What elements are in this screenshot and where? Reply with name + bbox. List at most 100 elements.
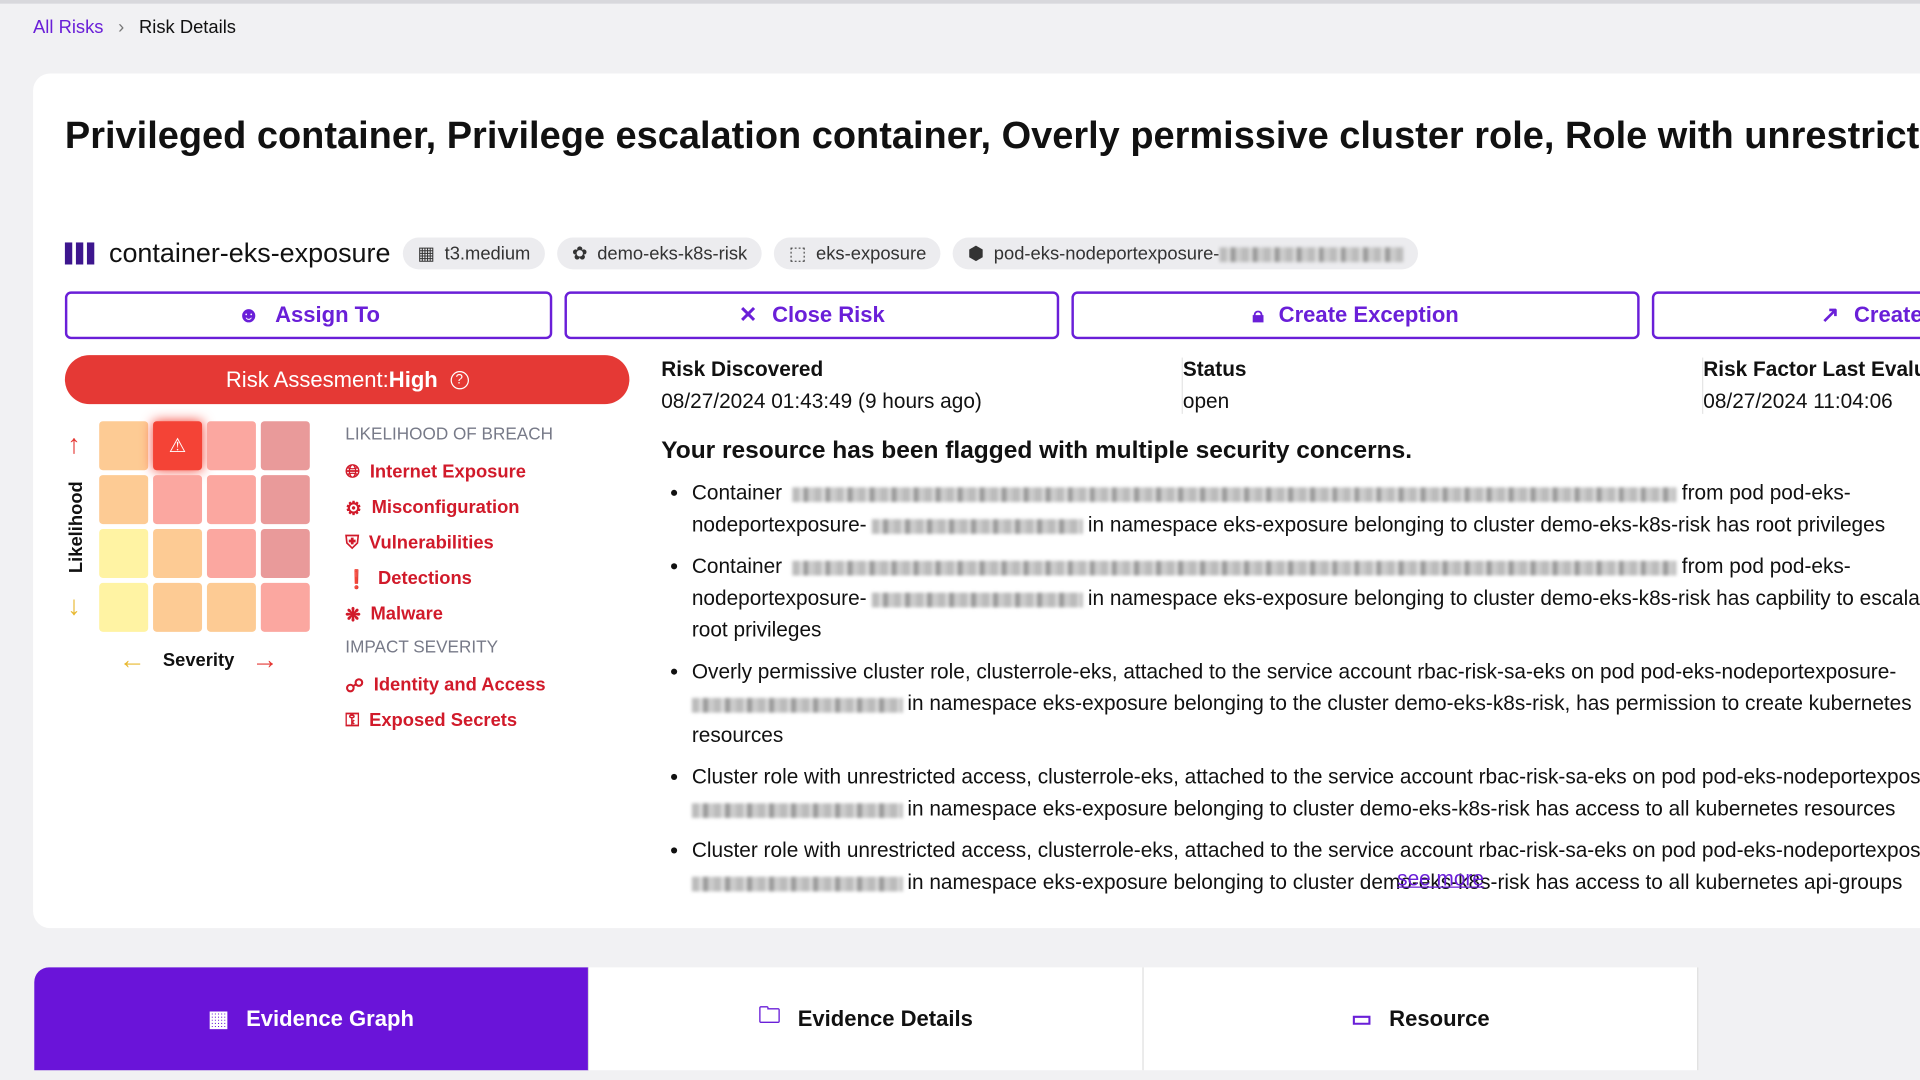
action-buttons: ☻ Assign To ✕ Close Risk 🔒︎ Create Exceptio…: [64, 291, 1920, 340]
assign-to-button[interactable]: ☻ Assign To: [64, 291, 553, 340]
legend-label: Misconfiguration: [371, 497, 520, 518]
finding-item: Cluster role with unrestricted access, c…: [691, 762, 1920, 826]
finding-text: Container: [691, 481, 783, 505]
breadcrumb-all-risks[interactable]: All Risks: [33, 17, 103, 38]
chip-label: eks-exposure: [816, 243, 927, 264]
help-icon[interactable]: ?: [450, 370, 469, 389]
risk-label: Risk Assesment:: [225, 366, 389, 392]
risk-meta: Risk Discovered 08/27/2024 01:43:49 (9 ho…: [661, 357, 1920, 414]
matrix-cell: [206, 582, 256, 632]
matrix-cell: [153, 582, 203, 632]
matrix-cell: [206, 475, 256, 525]
bug-icon: ❋: [345, 604, 361, 626]
chevron-right-icon: ›: [118, 17, 125, 38]
folder-icon: 🗀︎: [758, 1002, 781, 1028]
create-exception-button[interactable]: 🔒︎ Create Exception: [1071, 291, 1640, 340]
warning-icon: ⚠: [168, 435, 187, 457]
cluster-icon: ✿: [571, 243, 588, 265]
finding-item: Cluster role with unrestricted access, c…: [691, 835, 1920, 899]
likelihood-axis: ↑ Likelihood ↓: [58, 429, 102, 637]
tab-resource[interactable]: ▭ Resource: [1143, 967, 1699, 1071]
see-more-link[interactable]: see more: [1397, 867, 1484, 891]
legend-vulnerabilities: ⛨ Vulnerabilities: [345, 525, 553, 561]
impact-heading: IMPACT SEVERITY: [345, 636, 499, 657]
matrix-cell: [260, 421, 310, 471]
globe-icon: 🌐︎: [345, 461, 361, 483]
redacted-id: [872, 592, 1084, 607]
risk-level: High: [388, 366, 438, 392]
meta-last-evaluated: Risk Factor Last Evaluated 08/27/2024 11:…: [1702, 357, 1920, 414]
button-label: Assign To: [275, 302, 380, 327]
arrow-left-icon: ←: [118, 644, 146, 675]
arrow-down-icon: ↓: [67, 590, 81, 621]
tab-label: Evidence Graph: [246, 1005, 414, 1031]
button-label: Close Risk: [772, 302, 885, 327]
summary-heading: Your resource has been flagged with mult…: [661, 437, 1413, 465]
risk-matrix: ⚠: [99, 421, 310, 632]
breadcrumb-current: Risk Details: [138, 17, 236, 38]
redacted-id: [872, 518, 1084, 534]
shield-alert-icon: ⛨: [345, 532, 360, 554]
finding-item: Container from pod pod-eks-nodeportexpos…: [692, 551, 1920, 647]
close-risk-button[interactable]: ✕ Close Risk: [564, 291, 1060, 340]
external-link-icon: ↗: [1820, 302, 1840, 327]
meta-key: Risk Discovered: [661, 357, 824, 381]
finding-item: Container from pod pod-eks-nodeportexpos…: [692, 478, 1920, 542]
redacted-id: [792, 560, 1677, 575]
tab-evidence-graph[interactable]: ▦ Evidence Graph: [34, 967, 589, 1071]
resource-name-text: container-eks-exposure: [108, 237, 391, 269]
meta-value: 08/27/2024 11:04:06: [1703, 389, 1893, 413]
matrix-cell: [206, 421, 256, 471]
chip-namespace: ⬚ eks-exposure: [774, 237, 941, 270]
redacted-id: [691, 802, 903, 818]
button-label: Create: [1854, 302, 1920, 327]
legend-exposed-secrets: ⚿ Exposed Secrets: [345, 703, 553, 739]
finding-text: in namespace eks-exposure belonging to c…: [907, 797, 1896, 821]
meta-value: 08/27/2024 01:43:49 (9 hours ago): [661, 389, 982, 413]
tab-label: Resource: [1389, 1005, 1490, 1031]
legend-identity-access: ☍ Identity and Access: [345, 667, 553, 703]
create-ticket-button[interactable]: ↗ Create: [1651, 291, 1920, 340]
meta-value: open: [1182, 389, 1230, 413]
chip-icon: ▦: [417, 243, 435, 265]
namespace-icon: ⬚: [788, 243, 807, 265]
user-icon: ☻: [237, 302, 261, 327]
legend-malware: ❋ Malware: [345, 596, 553, 632]
risk-legend: LIKELIHOOD OF BREACH 🌐︎ Internet Exposure…: [345, 424, 553, 739]
breadcrumb: All Risks › Risk Details: [33, 17, 236, 38]
finding-text: Container: [691, 554, 783, 578]
matrix-cell: [153, 528, 203, 578]
top-border: [0, 0, 1920, 4]
legend-label: Internet Exposure: [369, 461, 526, 483]
chip-instance-type: ▦ t3.medium: [402, 237, 546, 270]
findings-list: Container from pod pod-eks-nodeportexpos…: [691, 478, 1920, 909]
tab-label: Evidence Details: [797, 1005, 973, 1031]
finding-text: Cluster role with unrestricted access, c…: [691, 765, 1920, 789]
page-title: Privileged container, Privilege escalati…: [64, 113, 1920, 157]
redacted-id: [691, 697, 903, 713]
graph-icon: ▦: [208, 1005, 229, 1031]
legend-label: Malware: [370, 603, 444, 625]
arrow-up-icon: ↑: [67, 428, 81, 460]
legend-label: Identity and Access: [373, 674, 546, 696]
resource-row: container-eks-exposure ▦ t3.medium ✿ demo-…: [64, 237, 1418, 270]
finding-text: in namespace eks-exposure belonging to c…: [1087, 513, 1886, 537]
resource-name: container-eks-exposure: [64, 237, 391, 270]
close-icon: ✕: [738, 302, 758, 327]
chip-cluster: ✿ demo-eks-k8s-risk: [557, 237, 762, 270]
legend-label: Exposed Secrets: [369, 710, 518, 732]
finding-item: Overly permissive cluster role, clusterr…: [691, 656, 1920, 752]
gear-alert-icon: ⚙: [345, 497, 362, 519]
matrix-cell: [99, 528, 149, 578]
risk-card: Privileged container, Privilege escalati…: [33, 73, 1920, 929]
matrix-cell: [99, 475, 149, 525]
likelihood-heading: LIKELIHOOD OF BREACH: [345, 423, 553, 444]
matrix-cell: [260, 528, 310, 578]
arrow-right-icon: →: [251, 644, 279, 675]
clipboard-alert-icon: ❗: [345, 568, 369, 590]
laptop-icon: ▭: [1351, 1005, 1373, 1031]
pod-icon: ⬢: [967, 243, 984, 265]
tab-evidence-details[interactable]: 🗀︎ Evidence Details: [588, 967, 1144, 1071]
redacted-id: [792, 486, 1677, 502]
matrix-cell: [99, 582, 149, 632]
